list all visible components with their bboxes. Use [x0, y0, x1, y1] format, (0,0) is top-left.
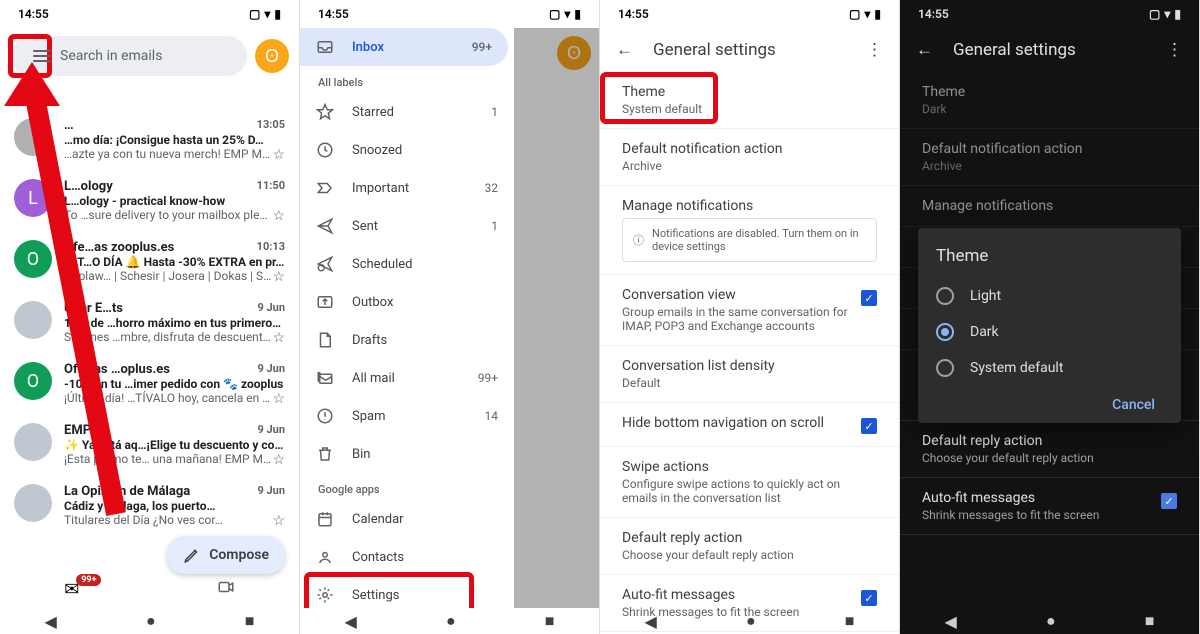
- checkbox[interactable]: ✓: [861, 290, 877, 306]
- setting-swipe[interactable]: Swipe actionsConfigure swipe actions to …: [600, 447, 899, 518]
- account-avatar[interactable]: ʘ: [255, 39, 289, 73]
- drawer-item-inbox[interactable]: Inbox99+: [300, 28, 508, 66]
- theme-dialog: Theme LightDarkSystem default Cancel: [918, 228, 1181, 423]
- titlebar: ← General settings ⋮: [600, 28, 899, 72]
- outbox-icon: [316, 293, 334, 311]
- drawer-item-scheduled[interactable]: Scheduled: [300, 245, 514, 283]
- calendar-icon: [316, 510, 334, 528]
- panel-1: 14:55 ▢▾▮ Search in emails ʘ Inbox …13:0…: [0, 0, 300, 634]
- drawer-item-settings[interactable]: Settings: [300, 576, 514, 608]
- drawer-item-bin[interactable]: Bin: [300, 435, 514, 473]
- search-input[interactable]: Search in emails: [10, 36, 247, 76]
- snooze-icon: [316, 141, 334, 159]
- time: 14:55: [18, 7, 49, 21]
- status-bar: 14:55 ▢▾▮: [0, 0, 299, 28]
- more-icon[interactable]: ⋮: [866, 40, 883, 60]
- search-placeholder: Search in emails: [60, 48, 162, 64]
- star-icon: [316, 103, 334, 121]
- bottom-nav: ✉99+: [0, 570, 299, 608]
- email-row[interactable]: La Opinión de Málaga9 JunCádiz y Málaga,…: [0, 476, 299, 537]
- mail-tab[interactable]: ✉99+: [64, 579, 88, 600]
- drawer-item-all-mail[interactable]: All mail99+: [300, 359, 514, 397]
- drafts-icon: [316, 331, 334, 349]
- inbox-icon: [316, 38, 334, 56]
- nav-drawer: Inbox99+ All labels Starred1SnoozedImpor…: [300, 28, 514, 608]
- contacts-icon: [316, 548, 334, 566]
- compose-button[interactable]: Compose: [167, 536, 285, 574]
- android-nav[interactable]: ◀●■: [0, 608, 299, 634]
- scheduled-icon: [316, 255, 334, 273]
- meet-tab[interactable]: [217, 578, 235, 600]
- inbox-section: Inbox: [0, 84, 299, 110]
- back-icon[interactable]: ←: [616, 40, 633, 60]
- more-icon[interactable]: ⋮: [1166, 40, 1183, 60]
- drawer-item-drafts[interactable]: Drafts: [300, 321, 514, 359]
- email-row[interactable]: EMP9 Jun✨ Ya está aq…¡Elige tu descuento…: [0, 415, 299, 476]
- cancel-button[interactable]: Cancel: [1104, 391, 1163, 419]
- highlight-theme: [600, 72, 718, 124]
- dialog-title: Theme: [936, 246, 1163, 266]
- radio-dark[interactable]: Dark: [936, 314, 1163, 350]
- bin-icon: [316, 445, 334, 463]
- drawer-item-starred[interactable]: Starred1: [300, 93, 514, 131]
- email-row[interactable]: OOfertas …oplus.es9 Jun-10% en tu …imer …: [0, 354, 299, 415]
- email-row[interactable]: …13:05…mo día: ¡Consigue hasta un 25% D……: [0, 110, 299, 171]
- drawer-item-sent[interactable]: Sent1: [300, 207, 514, 245]
- allmail-icon: [316, 369, 334, 387]
- drawer-item-outbox[interactable]: Outbox: [300, 283, 514, 321]
- spam-icon: [316, 407, 334, 425]
- page-title: General settings: [653, 40, 776, 60]
- drawer-item-spam[interactable]: Spam14: [300, 397, 514, 435]
- drawer-item-important[interactable]: Important32: [300, 169, 514, 207]
- panel-3: 14:55▢▾▮ ← General settings ⋮ ThemeSyste…: [600, 0, 900, 634]
- email-row[interactable]: LL…ology11:50L…ology - practical know-ho…: [0, 171, 299, 232]
- notif-disabled-notice[interactable]: ⓘNotifications are disabled. Turn them o…: [622, 218, 877, 262]
- status-icons: ▢▾▮: [249, 7, 281, 21]
- scrim[interactable]: [514, 28, 599, 608]
- important-icon: [316, 179, 334, 197]
- email-row[interactable]: OOfe…as zooplus.es10:13ÚLT…O DÍA 🔔 Hasta…: [0, 232, 299, 293]
- radio-light[interactable]: Light: [936, 278, 1163, 314]
- setting-manage-notif[interactable]: Manage notifications ⓘNotifications are …: [600, 186, 899, 275]
- menu-button[interactable]: [24, 38, 60, 74]
- setting-notif-action[interactable]: Default notification actionArchive: [600, 129, 899, 186]
- pencil-icon: [183, 546, 201, 564]
- drawer-item-calendar[interactable]: Calendar: [300, 500, 514, 538]
- back-icon[interactable]: ←: [916, 40, 933, 60]
- setting-reply[interactable]: Default reply actionChoose your default …: [600, 518, 899, 575]
- panel-4: 14:55▢▾▮ ←General settings⋮ ThemeDark De…: [900, 0, 1200, 634]
- setting-density[interactable]: Conversation list densityDefault: [600, 346, 899, 403]
- panel-2: 14:55▢▾▮ ʘ Inbox99+ All labels Starred1S…: [300, 0, 600, 634]
- drawer-item-contacts[interactable]: Contacts: [300, 538, 514, 576]
- drawer-item-snoozed[interactable]: Snoozed: [300, 131, 514, 169]
- sent-icon: [316, 217, 334, 235]
- email-row[interactable]: Uber E…ts9 Jun10 € de …horro máximo en t…: [0, 293, 299, 354]
- radio-system-default[interactable]: System default: [936, 350, 1163, 386]
